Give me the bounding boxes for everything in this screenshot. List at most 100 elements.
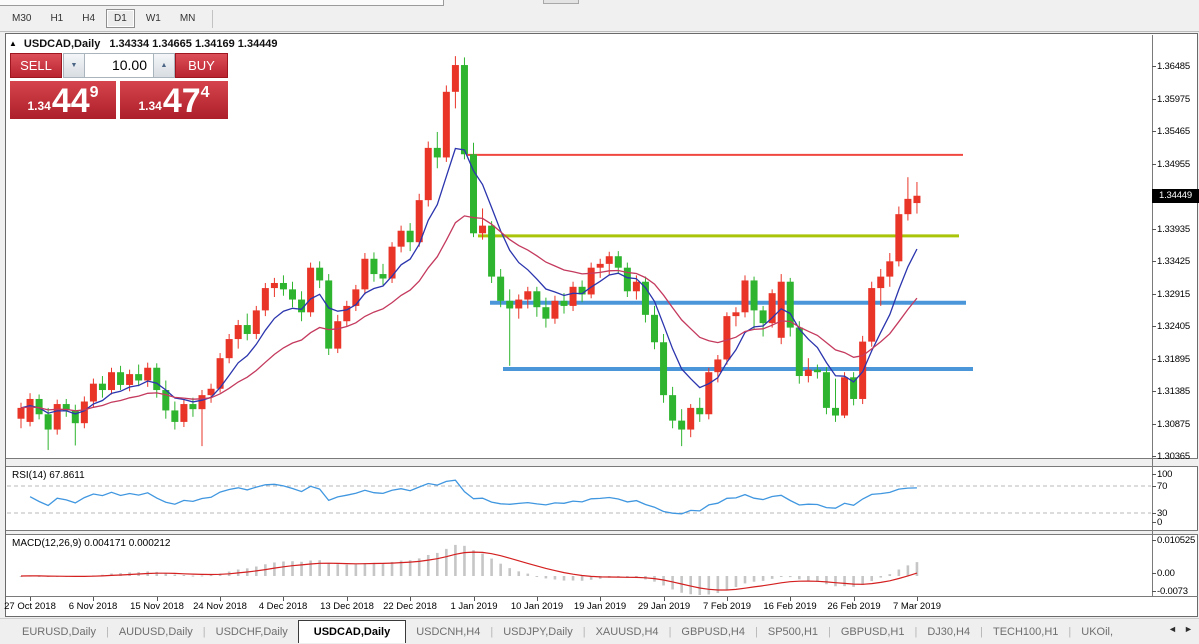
chart-tab-usdjpy-daily[interactable]: USDJPY,Daily <box>493 623 583 642</box>
candle-body <box>72 410 79 423</box>
macd-histogram-bar <box>554 576 557 580</box>
candle-body <box>732 312 739 316</box>
macd-histogram-bar <box>870 576 873 581</box>
chart-tab-dj30-h4[interactable]: DJ30,H4 <box>917 623 980 642</box>
timeframe-button-mn[interactable]: MN <box>172 9 204 28</box>
candle-body <box>714 359 721 372</box>
price-axis-label: 1.33935 <box>1157 224 1199 235</box>
macd-histogram-bar <box>907 565 910 576</box>
volume-spinner: ▼ 10.00 ▲ <box>63 53 175 78</box>
macd-histogram-bar <box>472 550 475 576</box>
price-axis-label: 1.30365 <box>1157 451 1199 462</box>
chart-tab-ukoil[interactable]: UKOil, <box>1071 623 1123 642</box>
candle-body <box>171 410 178 421</box>
sell-price-tile[interactable]: 1.34 44 9 <box>10 81 116 119</box>
chart-tab-audusd-daily[interactable]: AUDUSD,Daily <box>109 623 203 642</box>
axis-tick <box>1152 474 1156 475</box>
timeframe-button-d1[interactable]: D1 <box>106 9 135 28</box>
candle-body <box>461 65 468 154</box>
macd-histogram-bar <box>879 576 882 578</box>
macd-histogram-bar <box>708 576 711 595</box>
macd-histogram-bar <box>346 565 349 576</box>
candle-body <box>823 372 830 408</box>
candle-body <box>615 256 622 267</box>
timeframe-button-h4[interactable]: H4 <box>74 9 103 28</box>
chart-tab-gbpusd-h4[interactable]: GBPUSD,H4 <box>671 623 755 642</box>
chart-tab-eurusd-daily[interactable]: EURUSD,Daily <box>12 623 106 642</box>
candle-body <box>533 291 540 307</box>
chart-tab-sp500-h1[interactable]: SP500,H1 <box>758 623 828 642</box>
macd-histogram-bar <box>780 576 783 577</box>
buy-price-big: 47 <box>163 86 201 116</box>
sell-button[interactable]: SELL <box>10 53 62 78</box>
macd-histogram-bar <box>527 574 530 576</box>
sell-price-big: 44 <box>52 86 90 116</box>
macd-indicator-canvas[interactable] <box>6 535 1152 596</box>
volume-decrease-button[interactable]: ▼ <box>63 53 85 78</box>
macd-histogram-bar <box>517 571 520 576</box>
buy-button[interactable]: BUY <box>175 53 228 78</box>
candle-body <box>199 395 206 409</box>
macd-axis-label: -0.0073 <box>1157 586 1199 597</box>
macd-histogram-bar <box>183 575 186 576</box>
axis-tick <box>1152 131 1156 132</box>
candle-body <box>370 259 377 274</box>
chart-tab-xauusd-h4[interactable]: XAUUSD,H4 <box>586 623 669 642</box>
candle-body <box>425 148 432 200</box>
candle-body <box>651 315 658 342</box>
timeframe-button-h1[interactable]: H1 <box>42 9 71 28</box>
macd-histogram-bar <box>789 576 792 577</box>
timeframe-button-m30[interactable]: M30 <box>4 9 39 28</box>
candle-body <box>515 300 522 309</box>
candle-body <box>153 368 160 390</box>
sell-price-prefix: 1.34 <box>27 99 50 113</box>
chart-tab-usdchf-daily[interactable]: USDCHF,Daily <box>206 623 298 642</box>
buy-price-pip: 4 <box>201 84 210 102</box>
macd-histogram-bar <box>508 568 511 576</box>
tabs-scroll-right-button[interactable]: ► <box>1184 624 1193 634</box>
candle-body <box>669 395 676 420</box>
macd-histogram-bar <box>563 576 566 581</box>
pane-splitter[interactable] <box>6 459 1198 466</box>
macd-histogram-bar <box>581 576 584 581</box>
macd-histogram-bar <box>454 545 457 576</box>
price-axis-label: 1.31895 <box>1157 354 1199 365</box>
macd-histogram-bar <box>762 576 765 581</box>
axis-tick <box>1152 294 1156 295</box>
macd-histogram-bar <box>843 576 846 586</box>
candle-body <box>226 339 233 358</box>
macd-axis-label: 0.00 <box>1157 568 1199 579</box>
macd-histogram-bar <box>481 554 484 576</box>
tabs-scroll-left-button[interactable]: ◄ <box>1168 624 1177 634</box>
macd-histogram-bar <box>726 576 729 590</box>
macd-histogram-bar <box>364 563 367 576</box>
axis-tick <box>1152 591 1156 592</box>
candle-body <box>54 404 61 429</box>
chart-tab-gbpusd-h1[interactable]: GBPUSD,H1 <box>831 623 915 642</box>
candle-body <box>904 199 911 214</box>
chart-tab-tech100-h1[interactable]: TECH100,H1 <box>983 623 1068 642</box>
axis-tick <box>1152 573 1156 574</box>
volume-increase-button[interactable]: ▲ <box>153 53 175 78</box>
candle-body <box>814 370 821 373</box>
rsi-indicator-canvas[interactable] <box>6 467 1152 529</box>
macd-histogram-bar <box>735 576 738 587</box>
candle-body <box>660 342 667 395</box>
volume-input[interactable]: 10.00 <box>85 53 153 78</box>
macd-histogram-bar <box>825 576 828 584</box>
macd-histogram-bar <box>898 570 901 576</box>
axis-tick <box>1152 391 1156 392</box>
collapse-triangle-icon[interactable]: ▲ <box>9 39 17 48</box>
chart-tab-usdcad-daily[interactable]: USDCAD,Daily <box>298 620 406 643</box>
buy-price-tile[interactable]: 1.34 47 4 <box>120 81 228 119</box>
candle-body <box>117 372 124 385</box>
candle-body <box>633 282 640 292</box>
rsi-axis-label: 100 <box>1157 469 1199 480</box>
chart-tab-usdcnh-h4[interactable]: USDCNH,H4 <box>406 623 490 642</box>
candle-body <box>524 291 531 299</box>
candle-body <box>796 328 803 376</box>
candle-body <box>751 280 758 310</box>
macd-histogram-bar <box>192 576 195 577</box>
timeframe-button-w1[interactable]: W1 <box>138 9 169 28</box>
mt4-application: M30H1H4D1W1MN ▲ USDCAD,Daily 1.34334 1.3… <box>0 0 1199 644</box>
